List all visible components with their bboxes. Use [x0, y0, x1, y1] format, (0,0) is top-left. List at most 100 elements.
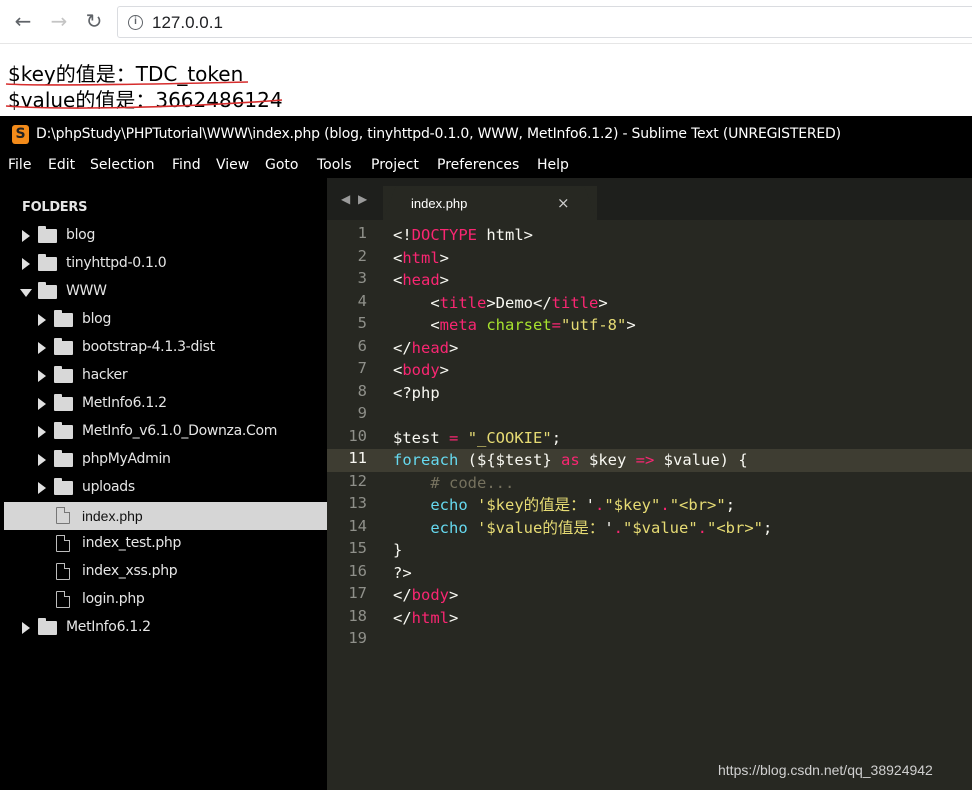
code-line: <!DOCTYPE html>	[393, 224, 533, 247]
menu-help[interactable]: Help	[537, 157, 569, 173]
code-token: >	[449, 338, 459, 357]
expand-arrow-icon[interactable]	[38, 426, 46, 438]
expand-arrow-icon[interactable]	[38, 454, 46, 466]
code-token: echo	[430, 518, 468, 537]
sidebar-item-uploads[interactable]: uploads	[4, 474, 327, 502]
code-token: .	[660, 496, 670, 514]
line-number-gutter: 1 2 3 4 5 6 7 8 9 10 11 12 13 14 15 16 17 18 19	[327, 220, 377, 790]
line-number: 3	[357, 269, 367, 287]
line-number: 19	[348, 629, 367, 647]
sublime-logo-icon: S	[12, 125, 29, 144]
expand-arrow-icon[interactable]	[38, 482, 46, 494]
sidebar-item-blog[interactable]: blog	[4, 222, 327, 250]
code-token: "<br>"	[669, 496, 726, 514]
code-line: <title>Demo</title>	[393, 292, 607, 315]
sidebar-item-label: hacker	[82, 367, 128, 383]
tab-index-php[interactable]: index.php ×	[383, 186, 597, 220]
menu-project[interactable]: Project	[371, 157, 419, 173]
sidebar-item-phpmyadmin[interactable]: phpMyAdmin	[4, 446, 327, 474]
code-area[interactable]: <!DOCTYPE html> <html> <head> <title>Demo<…	[393, 220, 972, 790]
sidebar-item-label: MetInfo_v6.1.0_Downza.Com	[82, 423, 278, 439]
code-token: '$value的值是：	[477, 518, 605, 537]
close-icon[interactable]: ×	[557, 194, 570, 212]
code-token: >	[439, 361, 450, 379]
code-line: ?>	[393, 562, 412, 585]
menu-find[interactable]: Find	[172, 157, 201, 173]
code-token: .	[595, 496, 605, 514]
sidebar-item-metinfo[interactable]: MetInfo6.1.2	[4, 390, 327, 418]
code-token: <!	[393, 226, 412, 244]
editor-pane[interactable]: ◀ ▶ index.php × 1 2 3 4 5 6 7 8 9 10 11 12 13 14 15 16 1…	[327, 178, 972, 790]
sidebar-item-index-xss-php[interactable]: index_xss.php	[4, 558, 327, 586]
folder-icon	[54, 478, 73, 495]
menu-selection[interactable]: Selection	[90, 157, 155, 173]
code-line: <body>	[393, 359, 449, 382]
sidebar-item-www[interactable]: WWW	[4, 278, 327, 306]
sidebar-item-index-test-php[interactable]: index_test.php	[4, 530, 327, 558]
code-token: =	[551, 316, 562, 334]
sidebar-item-label: index.php	[82, 508, 143, 524]
sidebar-item-index-php[interactable]: index.php	[4, 502, 327, 530]
line-number: 16	[348, 561, 367, 580]
sidebar-item-label: blog	[66, 227, 96, 243]
tab-scroll-arrows-icon[interactable]: ◀ ▶	[341, 192, 369, 206]
menu-file[interactable]: File	[8, 157, 31, 173]
expand-arrow-icon[interactable]	[38, 342, 46, 354]
code-token: DOCTYPE	[411, 226, 477, 244]
code-token: >	[439, 248, 450, 267]
code-token: html	[411, 608, 449, 627]
file-icon	[56, 534, 71, 552]
sidebar-item-label: blog	[82, 311, 112, 327]
expand-arrow-icon[interactable]	[22, 258, 30, 270]
code-token: body	[411, 586, 449, 604]
code-line: echo '$value的值是：'."$value"."<br>";	[393, 517, 772, 540]
code-token: .	[613, 518, 624, 537]
menu-tools[interactable]: Tools	[317, 157, 352, 173]
code-token: echo	[430, 496, 468, 514]
sidebar-heading: FOLDERS	[22, 200, 88, 215]
sidebar-item-hacker[interactable]: hacker	[4, 362, 327, 390]
sidebar-item-www-blog[interactable]: blog	[4, 306, 327, 334]
expand-arrow-icon[interactable]	[22, 230, 30, 242]
line-number: 14	[348, 516, 367, 535]
sidebar-item-metinfo-v610[interactable]: MetInfo_v6.1.0_Downza.Com	[4, 418, 327, 446]
sidebar-item-label: WWW	[66, 283, 107, 299]
line-number: 8	[357, 381, 367, 400]
code-token: "$value"	[623, 518, 698, 537]
folder-icon	[54, 366, 73, 383]
expand-arrow-icon[interactable]	[38, 314, 46, 326]
expand-arrow-icon[interactable]	[38, 370, 46, 382]
menu-view[interactable]: View	[216, 157, 249, 173]
expand-arrow-icon[interactable]	[22, 622, 30, 634]
menu-edit[interactable]: Edit	[48, 157, 75, 173]
sidebar-item-metinfo-root[interactable]: MetInfo6.1.2	[4, 614, 327, 642]
line-number: 18	[348, 606, 367, 625]
sidebar-item-label: index_xss.php	[82, 563, 178, 579]
folder-icon	[54, 338, 73, 355]
red-underline-annotation	[5, 81, 283, 109]
code-line: }	[393, 539, 402, 562]
sidebar-item-login-php[interactable]: login.php	[4, 586, 327, 614]
sidebar-item-tinyhttpd[interactable]: tinyhttpd-0.1.0	[4, 250, 327, 278]
code-token: html	[402, 248, 440, 267]
menu-preferences[interactable]: Preferences	[437, 157, 519, 173]
code-line: $test = "_COOKIE";	[393, 427, 561, 450]
open-folder-icon	[38, 282, 57, 299]
code-token: >	[449, 586, 459, 604]
line-number: 17	[348, 584, 367, 602]
code-line: </body>	[393, 584, 458, 607]
code-token: $value) {	[654, 451, 748, 469]
sidebar-item-bootstrap[interactable]: bootstrap-4.1.3-dist	[4, 334, 327, 362]
line-number: 15	[348, 539, 367, 557]
menu-goto[interactable]: Goto	[265, 157, 298, 173]
code-token: </	[393, 586, 412, 604]
code-token: "utf-8"	[561, 316, 627, 334]
code-token: "_COOKIE"	[467, 428, 552, 447]
sidebar-item-label: MetInfo6.1.2	[82, 395, 167, 411]
code-line: <head>	[393, 269, 449, 292]
collapse-arrow-icon[interactable]	[20, 289, 32, 297]
code-token: '	[585, 496, 596, 514]
expand-arrow-icon[interactable]	[38, 398, 46, 410]
line-number: 2	[357, 246, 367, 265]
